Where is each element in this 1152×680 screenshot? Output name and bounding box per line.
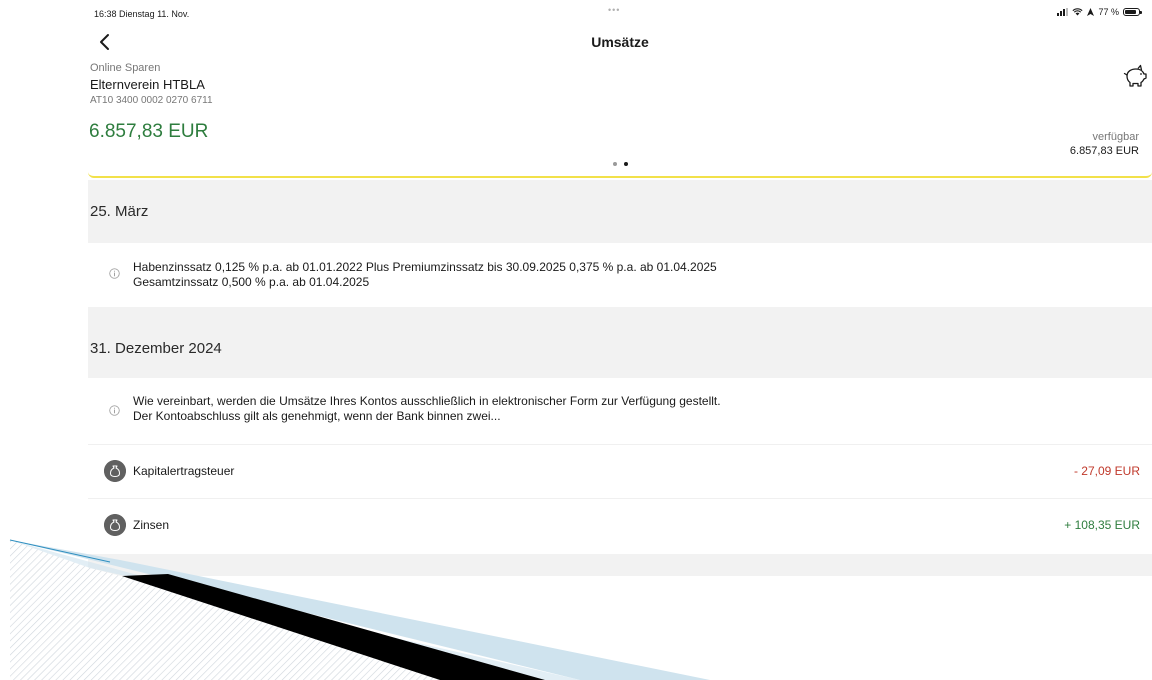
app-screen: 16:38 Dienstag 11. Nov. ••• 77 % Umsätze <box>88 0 1152 576</box>
status-date-value: Dienstag 11. Nov. <box>119 9 190 19</box>
info-line: Wie vereinbart, werden die Umsätze Ihres… <box>133 394 721 408</box>
signal-icon <box>1057 8 1069 16</box>
page-dot-active[interactable] <box>624 162 628 166</box>
transaction-row[interactable]: Kapitalertragsteuer - 27,09 EUR <box>88 444 1152 498</box>
battery-icon <box>1123 8 1142 16</box>
info-text: Habenzinssatz 0,125 % p.a. ab 01.01.2022… <box>133 260 717 290</box>
status-bar: 16:38 Dienstag 11. Nov. ••• 77 % <box>88 0 1152 26</box>
transaction-label: Zinsen <box>133 518 170 532</box>
transaction-label: Kapitalertragsteuer <box>133 464 235 478</box>
list-footer-strip <box>88 554 1152 576</box>
transaction-amount: - 27,09 EUR <box>1073 464 1140 478</box>
location-icon <box>1087 8 1095 16</box>
info-line: Habenzinssatz 0,125 % p.a. ab 01.01.2022… <box>133 260 717 274</box>
money-bag-icon <box>104 460 126 482</box>
available-label: verfügbar <box>1092 131 1139 143</box>
status-time-value: 16:38 <box>94 9 117 19</box>
piggy-bank-icon[interactable] <box>1122 64 1148 90</box>
page-dot[interactable] <box>613 162 617 166</box>
info-line: Der Kontoabschluss gilt als genehmigt, w… <box>133 409 501 423</box>
account-iban: AT10 3400 0002 0270 6711 <box>90 95 213 106</box>
page-title: Umsätze <box>591 34 649 50</box>
info-icon <box>109 405 120 416</box>
available-value: 6.857,83 EUR <box>1069 145 1139 157</box>
info-row[interactable]: Wie vereinbart, werden die Umsätze Ihres… <box>88 378 1152 443</box>
account-balance: 6.857,83 EUR <box>89 121 209 142</box>
info-row[interactable]: Habenzinssatz 0,125 % p.a. ab 01.01.2022… <box>88 243 1152 307</box>
account-type: Online Sparen <box>90 62 161 74</box>
info-text: Wie vereinbart, werden die Umsätze Ihres… <box>133 394 721 424</box>
date-header: 31. Dezember 2024 <box>88 307 1152 378</box>
account-card[interactable]: Online Sparen Elternverein HTBLA AT10 34… <box>88 58 1152 178</box>
date-header: 25. März <box>88 180 1152 243</box>
nav-bar: Umsätze <box>88 26 1152 58</box>
info-icon <box>109 268 120 279</box>
multitasking-dots[interactable]: ••• <box>608 5 620 15</box>
info-line: Gesamtzinssatz 0,500 % p.a. ab 01.04.202… <box>133 275 370 289</box>
status-time: 16:38 Dienstag 11. Nov. <box>94 9 189 19</box>
transaction-amount: + 108,35 EUR <box>1064 518 1140 532</box>
wifi-icon <box>1072 8 1084 16</box>
battery-percent: 77 % <box>1098 7 1119 17</box>
money-bag-icon <box>104 514 126 536</box>
account-name: Elternverein HTBLA <box>90 77 205 92</box>
status-indicators: 77 % <box>1057 7 1142 17</box>
page-indicator[interactable] <box>613 162 628 166</box>
transaction-row[interactable]: Zinsen + 108,35 EUR <box>88 498 1152 552</box>
